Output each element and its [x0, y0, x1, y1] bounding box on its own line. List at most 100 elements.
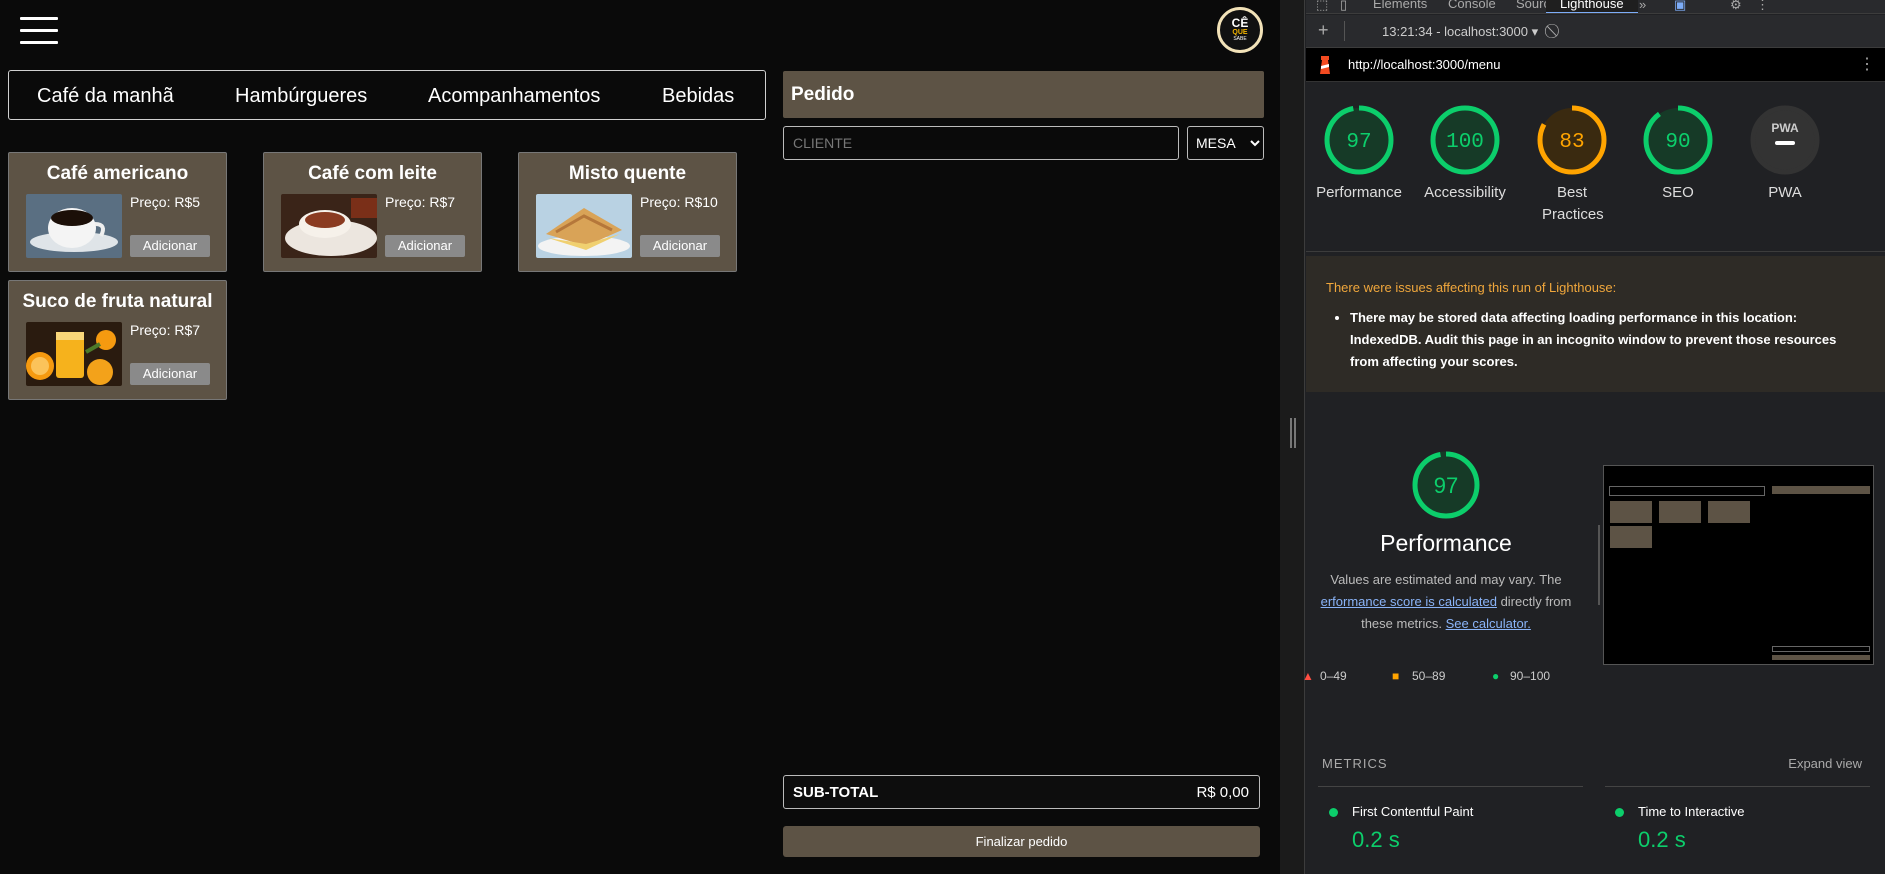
gauge-value: 83: [1559, 131, 1584, 154]
subtotal-box: SUB-TOTAL R$ 0,00: [783, 775, 1260, 809]
metric-value: 0.2 s: [1352, 827, 1400, 852]
gauge-value: 90: [1665, 131, 1690, 154]
product-card: Suco de fruta natural Preço: R$7 Adicion…: [8, 280, 227, 400]
legend-fail-icon: ▲: [1302, 669, 1314, 683]
desc-text-1: Values are estimated and may vary. The: [1330, 572, 1562, 587]
score-calculated-link[interactable]: erformance score is calculated: [1321, 594, 1497, 609]
score-gauge[interactable]: PWA PWA: [1735, 104, 1835, 204]
thumb-card: [1708, 501, 1750, 523]
warning-title: There were issues affecting this run of …: [1326, 280, 1617, 295]
tab-console[interactable]: Console: [1448, 0, 1496, 11]
report-url-bar: http://localhost:3000/menu ⋮: [1306, 48, 1885, 82]
splitter-grip-icon[interactable]: [1290, 418, 1296, 448]
performance-gauge-value: 97: [1434, 473, 1458, 498]
score-gauge[interactable]: 97 Performance: [1309, 104, 1409, 204]
thumb-card: [1659, 501, 1701, 523]
warning-list: There may be stored data affecting loadi…: [1350, 307, 1860, 373]
product-card: Misto quente Preço: R$10 Adicionar: [518, 152, 737, 272]
issues-badge-icon[interactable]: ▣: [1674, 0, 1686, 13]
metric-fcp: First Contentful Paint 0.2 s: [1329, 804, 1473, 853]
client-name-input[interactable]: [783, 126, 1179, 160]
product-image-sandwich: [536, 194, 632, 258]
app-viewport: CÊ QUE SABE Café da manhã Hambúrgueres A…: [0, 0, 1280, 874]
devtools-panel: ⬚ ▯ Elements Console Sources Lighthouse …: [1280, 0, 1885, 874]
add-button[interactable]: Adicionar: [130, 235, 210, 257]
divider: [1318, 786, 1583, 787]
tab-drinks[interactable]: Bebidas: [662, 85, 734, 108]
report-menu-icon[interactable]: ⋮: [1859, 54, 1875, 74]
logo-text-2: QUE: [1232, 29, 1248, 36]
thumb-order-header: [1772, 486, 1870, 494]
score-legend: ▲ 0–49 ■ 50–89 ● 90–100: [1302, 669, 1596, 689]
pwa-dash-icon: [1775, 141, 1795, 145]
performance-description: Values are estimated and may vary. The e…: [1306, 569, 1586, 635]
warning-item: There may be stored data affecting loadi…: [1350, 307, 1860, 373]
thumb-finalize: [1772, 655, 1870, 660]
more-tabs-icon[interactable]: »: [1639, 0, 1646, 12]
gauge-label: PWA: [1768, 184, 1802, 201]
product-name: Suco de fruta natural: [22, 291, 213, 312]
product-card: Café com leite Preço: R$7 Adicionar: [263, 152, 482, 272]
gauge-label: Accessibility: [1424, 184, 1506, 201]
metric-tti: Time to Interactive 0.2 s: [1615, 804, 1744, 853]
gauge-value: 100: [1446, 131, 1484, 154]
inspect-icon[interactable]: ⬚: [1316, 0, 1328, 13]
subtotal-label: SUB-TOTAL: [793, 784, 879, 801]
product-price: Preço: R$7: [130, 322, 201, 338]
report-url: http://localhost:3000/menu: [1348, 57, 1501, 72]
add-button[interactable]: Adicionar: [130, 363, 210, 385]
finalize-order-button[interactable]: Finalizar pedido: [783, 826, 1260, 857]
logo-text-1: CÊ: [1231, 16, 1249, 30]
expand-view-link[interactable]: Expand view: [1788, 756, 1862, 771]
table-select[interactable]: MESA: [1187, 126, 1264, 160]
gauge-label: Best Practices: [1542, 184, 1604, 223]
report-selector[interactable]: 13:21:34 - localhost:3000 ▾: [1382, 24, 1538, 40]
tab-breakfast[interactable]: Café da manhã: [37, 85, 174, 108]
score-gauge-ring: 97: [1324, 105, 1394, 175]
tab-elements[interactable]: Elements: [1373, 0, 1427, 11]
product-price: Preço: R$7: [385, 194, 456, 210]
thumb-nav: [1609, 486, 1765, 496]
add-button[interactable]: Adicionar: [385, 235, 465, 257]
legend-pass-label: 90–100: [1510, 669, 1551, 683]
settings-gear-icon[interactable]: ⚙: [1730, 0, 1742, 13]
product-name: Misto quente: [568, 163, 687, 184]
page-screenshot-thumbnail: [1603, 465, 1874, 665]
score-gauge-ring: 83: [1537, 105, 1607, 175]
hamburger-menu-icon[interactable]: [20, 17, 58, 47]
metrics-title: METRICS: [1322, 756, 1388, 771]
gauge-background: [1750, 105, 1820, 175]
tab-burgers[interactable]: Hambúrgueres: [235, 85, 367, 108]
tab-lighthouse[interactable]: Lighthouse: [1546, 0, 1638, 13]
panel-splitter[interactable]: [1280, 0, 1305, 874]
performance-summary: 97 Performance Values are estimated and …: [1306, 450, 1586, 635]
order-header: Pedido: [783, 71, 1264, 118]
legend-average-icon: ■: [1392, 669, 1400, 683]
category-tabs: Café da manhã Hambúrgueres Acompanhament…: [8, 70, 766, 120]
product-price: Preço: R$10: [640, 194, 718, 210]
new-report-icon[interactable]: +: [1318, 20, 1329, 41]
product-name: Café americano: [46, 163, 189, 184]
thumb-subtotal: [1772, 646, 1870, 652]
score-gauge-ring: 90: [1643, 105, 1713, 175]
logo-text-3: SABE: [1233, 36, 1247, 42]
product-card: Café americano Preço: R$5 Adicionar: [8, 152, 227, 272]
pass-status-icon: [1615, 808, 1624, 817]
divider: [1605, 786, 1870, 787]
tab-sides[interactable]: Acompanhamentos: [428, 85, 600, 108]
add-button[interactable]: Adicionar: [640, 235, 720, 257]
brand-logo: CÊ QUE SABE: [1217, 7, 1263, 53]
gauge-label: SEO: [1662, 184, 1694, 201]
device-toggle-icon[interactable]: ▯: [1340, 0, 1347, 13]
legend-fail-label: 0–49: [1320, 669, 1347, 683]
pwa-badge-text: PWA: [1771, 121, 1799, 135]
score-gauge[interactable]: 83 Best Practices: [1522, 104, 1622, 226]
chevron-down-icon: ▾: [1531, 24, 1539, 39]
score-gauges: 97 Performance 100 Accessibility 83 Best Prac…: [1306, 82, 1885, 252]
score-gauge[interactable]: 100 Accessibility: [1415, 104, 1515, 204]
score-gauge[interactable]: 90 SEO: [1628, 104, 1728, 204]
score-gauge-ring: 100: [1430, 105, 1500, 175]
kebab-menu-icon[interactable]: ⋮: [1756, 0, 1769, 13]
subtotal-value: R$ 0,00: [1196, 784, 1249, 801]
see-calculator-link[interactable]: See calculator.: [1446, 616, 1531, 631]
